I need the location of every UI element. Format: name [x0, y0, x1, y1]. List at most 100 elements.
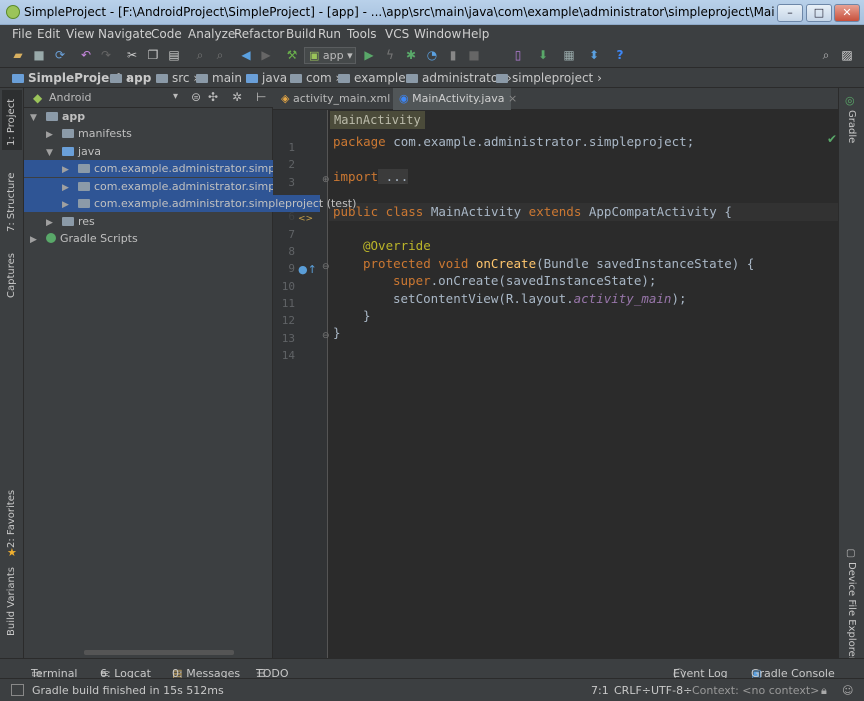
- tree-item[interactable]: ▶ com.example.administrator.simplepro: [24, 160, 303, 179]
- save-icon[interactable]: ■: [31, 47, 47, 63]
- help-icon[interactable]: ?: [612, 47, 628, 63]
- paste-icon[interactable]: ▤: [166, 47, 182, 63]
- tab-captures[interactable]: Captures: [6, 253, 17, 298]
- breadcrumb-item[interactable]: main ›: [196, 71, 251, 85]
- caret-position[interactable]: 7:1: [591, 684, 609, 697]
- menu-window[interactable]: Window: [414, 27, 461, 41]
- layout-inspector-icon[interactable]: ⬍: [586, 47, 602, 63]
- back-icon[interactable]: ◀: [238, 47, 254, 63]
- tree-item[interactable]: ▶ manifests: [24, 125, 273, 142]
- breadcrumb-item[interactable]: app ›: [110, 71, 160, 85]
- fold-icon[interactable]: ⊖: [322, 262, 330, 272]
- menu-help[interactable]: Help: [462, 27, 489, 41]
- code-line-8[interactable]: @Override: [363, 238, 431, 253]
- breadcrumb-item[interactable]: example ›: [338, 71, 414, 85]
- code-line-11[interactable]: setContentView(R.layout.activity_main);: [393, 291, 687, 306]
- tab-project[interactable]: 1: Project: [6, 99, 17, 146]
- tree-item[interactable]: ▼ app: [24, 108, 273, 125]
- make-project-icon[interactable]: ⚒: [284, 47, 300, 63]
- find-icon[interactable]: ⌕: [192, 47, 208, 63]
- sdk-manager-icon[interactable]: ⬇: [535, 47, 551, 63]
- tab-build-variants[interactable]: Build Variants: [6, 567, 17, 636]
- minimize-button[interactable]: –: [777, 4, 803, 22]
- status-message[interactable]: Gradle build finished in 15s 512ms: [32, 684, 224, 697]
- code-line-6[interactable]: public class MainActivity extends AppCom…: [333, 204, 732, 219]
- code-line-3[interactable]: import ...: [333, 169, 409, 184]
- copy-icon[interactable]: ❐: [145, 47, 161, 63]
- menu-code[interactable]: Code: [151, 27, 182, 41]
- menu-edit[interactable]: Edit: [37, 27, 60, 41]
- fold-icon[interactable]: ⊕: [322, 175, 330, 185]
- menu-build[interactable]: Build: [286, 27, 316, 41]
- search-icon[interactable]: ⌕: [818, 47, 834, 63]
- apply-changes-icon[interactable]: ϟ: [382, 47, 398, 63]
- run-config-select[interactable]: ▣ app ▾: [304, 47, 356, 64]
- class-hint[interactable]: MainActivity: [330, 111, 425, 129]
- breadcrumb-item[interactable]: java ›: [246, 71, 296, 85]
- project-structure-icon[interactable]: ▦: [561, 47, 577, 63]
- sync-files-icon[interactable]: ⊜: [191, 90, 201, 104]
- open-folder-icon[interactable]: ▰: [10, 47, 26, 63]
- menu-navigate[interactable]: Navigate: [98, 27, 152, 41]
- tab-structure[interactable]: 7: Structure: [6, 173, 17, 232]
- menu-vcs[interactable]: VCS: [385, 27, 409, 41]
- attach-debugger-icon[interactable]: ▮: [445, 47, 461, 63]
- horizontal-scrollbar[interactable]: [84, 650, 234, 655]
- breadcrumb-item[interactable]: src ›: [156, 71, 198, 85]
- undo-icon[interactable]: ↶: [78, 47, 94, 63]
- code-line-12[interactable]: }: [363, 308, 371, 323]
- maximize-button[interactable]: □: [806, 4, 832, 22]
- tab-favorites[interactable]: 2: Favorites: [6, 490, 17, 548]
- menu-analyze[interactable]: Analyze: [188, 27, 235, 41]
- tab-mainactivity-java[interactable]: ◉ MainActivity.java ×: [393, 88, 517, 110]
- scroll-from-source-icon[interactable]: ✣: [208, 90, 218, 104]
- menu-tools[interactable]: Tools: [347, 27, 377, 41]
- project-view-select[interactable]: Android: [49, 91, 92, 104]
- close-button[interactable]: ✕: [834, 4, 860, 22]
- tree-item[interactable]: ▶ Gradle Scripts: [24, 230, 273, 247]
- context-indicator[interactable]: Context: <no context>: [692, 684, 819, 697]
- tab-device-file-explorer[interactable]: Device File Explorer: [846, 562, 857, 661]
- tree-item[interactable]: ▶ com.example.administrator.simplepro: [24, 178, 303, 195]
- close-tab-icon[interactable]: ×: [508, 92, 517, 105]
- tree-item[interactable]: ▶ com.example.administrator.simpleproject…: [24, 195, 356, 214]
- run-icon[interactable]: ▶: [361, 47, 377, 63]
- line-separator[interactable]: CRLF÷: [614, 684, 651, 697]
- menu-view[interactable]: View: [66, 27, 94, 41]
- tree-item[interactable]: ▶ res: [24, 213, 273, 230]
- toggle-tool-windows-icon[interactable]: [11, 684, 24, 696]
- menu-file[interactable]: File: [12, 27, 32, 41]
- code-line-13[interactable]: }: [333, 325, 341, 340]
- collapse-arrow-icon[interactable]: ▶: [62, 197, 72, 214]
- code-line-1[interactable]: package com.example.administrator.simple…: [333, 134, 694, 149]
- hide-panel-icon[interactable]: ⊢: [256, 90, 266, 104]
- tab-activity-main-xml[interactable]: ◈ activity_main.xml ×: [275, 88, 403, 110]
- breadcrumb-item[interactable]: simpleproject ›: [496, 71, 602, 85]
- replace-icon[interactable]: ⌕: [212, 47, 228, 63]
- code-line-10[interactable]: super.onCreate(savedInstanceState);: [393, 273, 656, 288]
- breadcrumb-item[interactable]: com ›: [290, 71, 340, 85]
- sync-icon[interactable]: ⟳: [52, 47, 68, 63]
- menu-run[interactable]: Run: [318, 27, 341, 41]
- android-layout-icon[interactable]: <>: [298, 214, 313, 224]
- chevron-down-icon[interactable]: ▾: [173, 91, 178, 102]
- override-method-icon[interactable]: ●↑: [298, 263, 317, 276]
- avd-manager-icon[interactable]: ▯: [510, 47, 526, 63]
- tree-item[interactable]: ▼ java: [24, 143, 273, 160]
- fold-icon[interactable]: ⊖: [322, 331, 330, 341]
- tab-gradle[interactable]: Gradle: [846, 110, 857, 143]
- code-line-9[interactable]: protected void onCreate(Bundle savedInst…: [363, 256, 754, 271]
- redo-icon[interactable]: ↷: [98, 47, 114, 63]
- debug-icon[interactable]: ✱: [403, 47, 419, 63]
- lock-icon[interactable]: 🔒︎: [821, 684, 827, 698]
- cut-icon[interactable]: ✂: [124, 47, 140, 63]
- stop-icon[interactable]: ■: [466, 47, 482, 63]
- profile-icon[interactable]: ◔: [424, 47, 440, 63]
- forward-icon[interactable]: ▶: [258, 47, 274, 63]
- collapse-arrow-icon[interactable]: ▶: [62, 162, 72, 179]
- user-icon[interactable]: ▨: [839, 47, 855, 63]
- menu-refactor[interactable]: Refactor: [234, 27, 284, 41]
- file-encoding[interactable]: UTF-8÷: [651, 684, 692, 697]
- collapse-arrow-icon[interactable]: ▶: [30, 232, 40, 249]
- gear-icon[interactable]: ✲: [232, 90, 242, 104]
